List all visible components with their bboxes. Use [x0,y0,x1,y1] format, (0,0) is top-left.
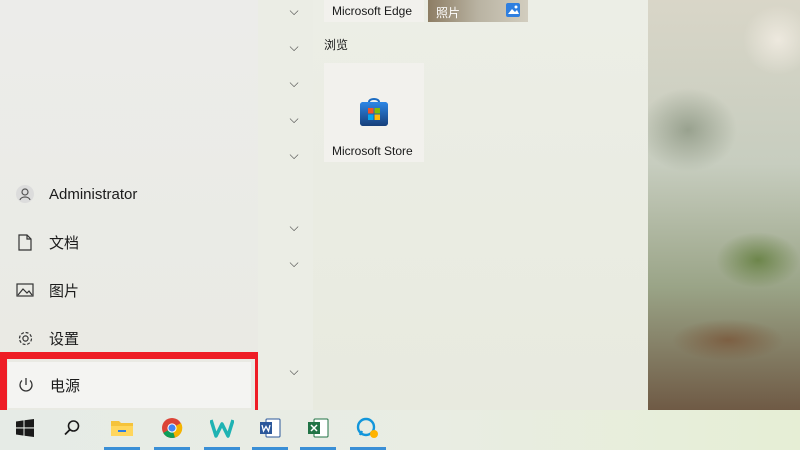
rail-item-pictures[interactable]: 图片 [0,268,258,312]
expand-chevron-icon[interactable]: ⌵ [286,365,302,377]
pictures-label: 图片 [49,282,80,300]
expand-chevron-icon[interactable]: ⌵ [286,113,302,125]
expand-chevron-icon[interactable]: ⌵ [286,77,302,89]
expand-chevron-icon[interactable]: ⌵ [286,257,302,269]
taskbar-wps[interactable] [200,410,244,450]
desktop-wallpaper [648,0,800,410]
photos-icon [506,3,520,17]
picture-icon [16,281,34,299]
chrome-icon [161,417,183,444]
expand-chevron-icon[interactable]: ⌵ [286,5,302,17]
settings-label: 设置 [49,330,80,348]
chat-icon [356,417,380,444]
wps-icon [209,418,235,443]
tile-photos[interactable]: 照片 [428,0,528,22]
power-button[interactable]: 电源 [8,362,251,408]
taskbar-word[interactable] [248,410,292,450]
tiles-area [313,0,648,410]
taskbar-file-explorer[interactable] [100,410,144,450]
user-name: Administrator [49,185,138,203]
tile-label: Microsoft Store [332,144,413,158]
documents-label: 文档 [49,234,80,252]
excel-icon [307,417,329,444]
taskbar-excel[interactable] [296,410,340,450]
user-avatar-icon [16,185,34,203]
tile-microsoft-edge[interactable]: Microsoft Edge [324,0,424,22]
start-button[interactable] [3,410,47,450]
document-icon [16,233,34,251]
taskbar-messenger[interactable] [346,410,390,450]
tile-group-label: 浏览 [324,38,349,52]
gear-icon [16,329,34,347]
rail-item-settings[interactable]: 设置 [0,316,258,360]
word-icon [259,417,281,444]
tile-label: 照片 [436,6,461,20]
folder-icon [110,418,134,443]
tile-label: Microsoft Edge [332,4,413,18]
app-list [258,0,313,410]
store-icon [358,96,390,128]
search-button[interactable] [50,410,94,450]
rail-item-user[interactable]: Administrator [0,172,258,216]
search-icon [63,419,81,442]
expand-chevron-icon[interactable]: ⌵ [286,221,302,233]
windows-logo-icon [16,418,34,442]
taskbar-chrome[interactable] [150,410,194,450]
power-icon [17,376,35,394]
expand-chevron-icon[interactable]: ⌵ [286,41,302,53]
power-label: 电源 [50,377,81,395]
expand-chevron-icon[interactable]: ⌵ [286,149,302,161]
rail-item-documents[interactable]: 文档 [0,220,258,264]
tile-microsoft-store[interactable]: Microsoft Store [324,63,424,162]
